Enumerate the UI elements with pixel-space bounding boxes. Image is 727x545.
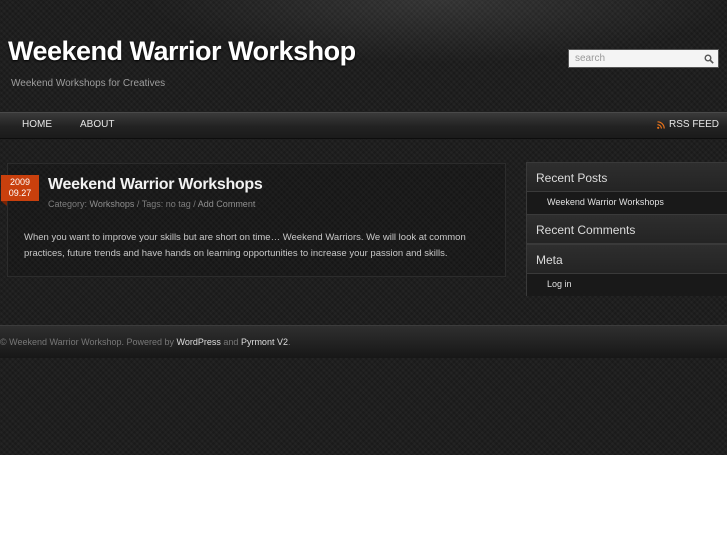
add-comment-link[interactable]: Add Comment bbox=[198, 199, 256, 209]
post-date-badge: 2009 09.27 bbox=[1, 175, 39, 201]
post-body: When you want to improve your skills but… bbox=[24, 232, 466, 259]
post-date-monthday: 09.27 bbox=[8, 188, 32, 198]
site-title[interactable]: Weekend Warrior Workshop bbox=[8, 36, 356, 67]
nav-home[interactable]: HOME bbox=[22, 119, 52, 130]
search-input[interactable] bbox=[569, 50, 701, 67]
meta-separator: / bbox=[134, 199, 142, 209]
recent-comments-heading: Recent Comments bbox=[526, 214, 727, 244]
meta-heading: Meta bbox=[526, 244, 727, 274]
sidebar: Recent Posts Weekend Warrior Workshops R… bbox=[526, 162, 727, 296]
footer-end: . bbox=[287, 337, 291, 347]
post-title[interactable]: Weekend Warrior Workshops bbox=[48, 176, 263, 194]
search-button[interactable] bbox=[701, 51, 716, 66]
date-badge-fold bbox=[1, 201, 7, 206]
search-icon bbox=[704, 54, 714, 64]
main-navigation: HOME ABOUT RSS FEED bbox=[0, 112, 727, 139]
rss-feed-link[interactable]: RSS FEED bbox=[657, 119, 719, 130]
wordpress-link[interactable]: WordPress bbox=[177, 337, 221, 347]
login-link[interactable]: Log in bbox=[526, 274, 727, 296]
post-date-year: 2009 bbox=[9, 177, 31, 187]
rss-feed-label: RSS FEED bbox=[668, 119, 719, 130]
search-box bbox=[568, 49, 719, 68]
theme-link[interactable]: Pyrmont V2 bbox=[241, 337, 288, 347]
footer-credits: © Weekend Warrior Workshop. Powered by W… bbox=[0, 337, 290, 347]
tags-prefix: Tags: bbox=[141, 199, 166, 209]
footer-prefix: © Weekend Warrior Workshop. Powered by bbox=[0, 337, 177, 347]
footer-and: and bbox=[220, 337, 241, 347]
nav-about[interactable]: ABOUT bbox=[80, 119, 114, 130]
page: Weekend Warrior Workshop Weekend Worksho… bbox=[0, 0, 727, 455]
recent-post-item[interactable]: Weekend Warrior Workshops bbox=[526, 192, 727, 214]
recent-posts-heading: Recent Posts bbox=[526, 162, 727, 192]
post-meta: Category: Workshops / Tags: no tag / Add… bbox=[48, 199, 255, 209]
category-prefix: Category: bbox=[48, 199, 90, 209]
tags-value: no tag bbox=[165, 199, 191, 209]
rss-icon bbox=[657, 120, 665, 129]
meta-separator: / bbox=[190, 199, 198, 209]
site-tagline: Weekend Workshops for Creatives bbox=[11, 78, 166, 89]
category-link[interactable]: Workshops bbox=[90, 199, 135, 209]
